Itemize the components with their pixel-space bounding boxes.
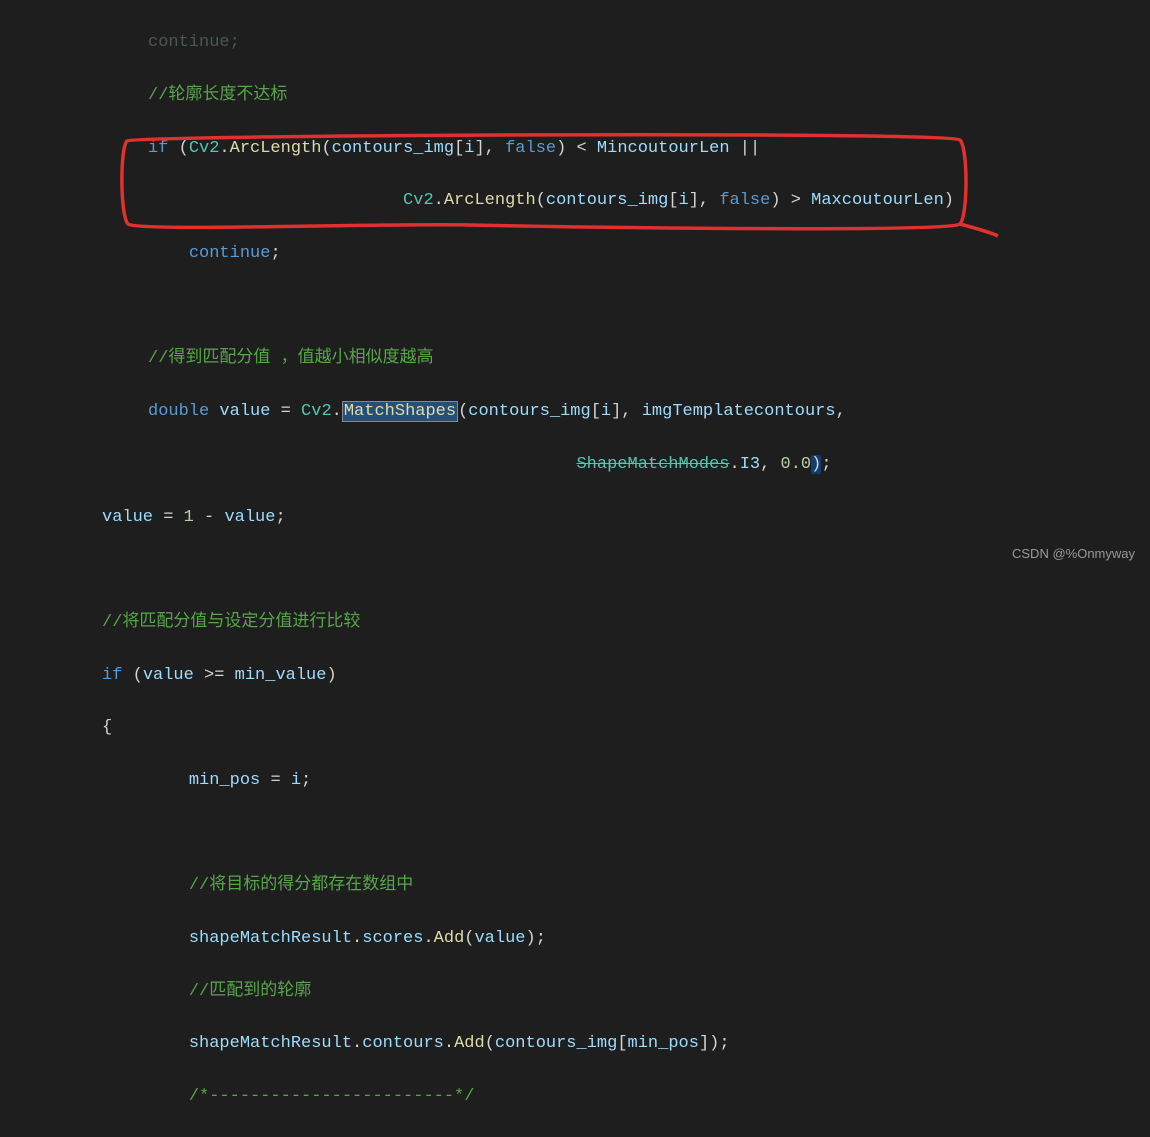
code-line: continue; <box>148 30 1150 56</box>
code-line <box>148 294 1150 320</box>
code-line: min_pos = i; <box>148 768 1150 794</box>
code-line: shapeMatchResult.contours.Add(contours_i… <box>148 1031 1150 1057</box>
code-line: /*------------------------*/ <box>148 1084 1150 1110</box>
code-line: //将目标的得分都存在数组中 <box>148 873 1150 899</box>
code-line: //将匹配分值与设定分值进行比较 <box>102 610 1150 636</box>
code-line: //匹配到的轮廓 <box>148 979 1150 1005</box>
code-line <box>148 557 1150 583</box>
watermark: CSDN @%Onmyway <box>1012 544 1135 564</box>
code-line: shapeMatchResult.scores.Add(value); <box>148 926 1150 952</box>
code-line: //轮廓长度不达标 <box>148 83 1150 109</box>
code-editor: continue; //轮廓长度不达标 if (Cv2.ArcLength(co… <box>0 0 1150 1137</box>
code-line: //得到匹配分值 ，值越小相似度越高 <box>148 346 1150 372</box>
code-line <box>148 821 1150 847</box>
code-line: value = 1 - value; <box>102 505 1150 531</box>
selected-method[interactable]: MatchShapes <box>342 401 458 422</box>
code-line: continue; <box>148 241 1150 267</box>
code-line: if (Cv2.ArcLength(contours_img[i], false… <box>148 136 1150 162</box>
code-line: double value = Cv2.MatchShapes(contours_… <box>148 399 1150 425</box>
code-line: { <box>102 715 1150 741</box>
code-line: if (value >= min_value) <box>102 663 1150 689</box>
code-line: Cv2.ArcLength(contours_img[i], false) > … <box>148 188 1150 214</box>
code-line: ShapeMatchModes.I3, 0.0); <box>148 452 1150 478</box>
